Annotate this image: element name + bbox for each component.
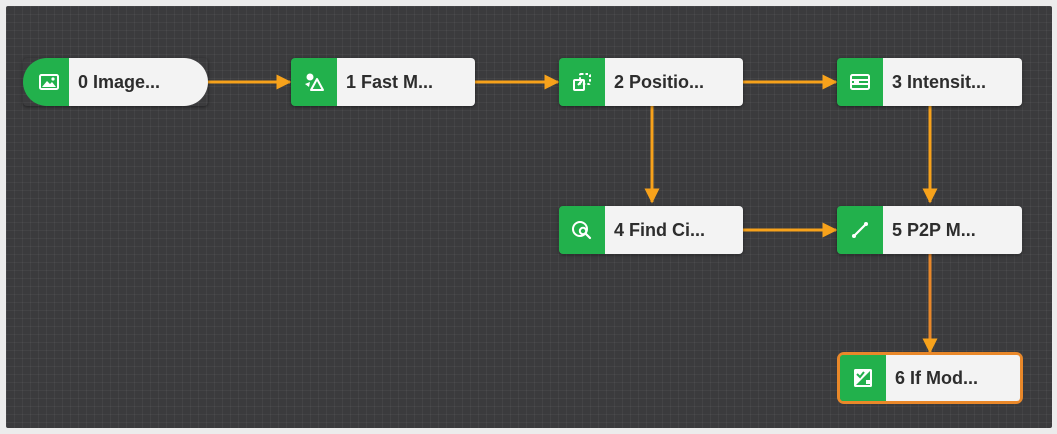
if-module-icon — [854, 369, 872, 387]
node-label: 3 Intensit... — [883, 58, 1022, 106]
node-fast-match[interactable]: 1 Fast M... — [291, 58, 475, 106]
node-label: 0 Image... — [69, 58, 208, 106]
node-label: 2 Positio... — [605, 58, 743, 106]
node-p2p-measure[interactable]: 5 P2P M... — [837, 206, 1022, 254]
intensity-icon — [850, 74, 870, 90]
position-fix-icon — [573, 73, 591, 91]
node-label: 1 Fast M... — [337, 58, 475, 106]
node-position-fix[interactable]: 2 Positio... — [559, 58, 743, 106]
p2p-measure-icon — [852, 222, 868, 238]
fast-match-icon — [305, 73, 324, 91]
node-image-source[interactable]: 0 Image... — [23, 58, 208, 106]
node-intensity[interactable]: 3 Intensit... — [837, 58, 1022, 106]
node-if-module[interactable]: 6 If Mod... — [840, 355, 1020, 401]
node-find-circle[interactable]: 4 Find Ci... — [559, 206, 743, 254]
node-label: 6 If Mod... — [886, 355, 1020, 401]
find-circle-icon — [572, 221, 592, 240]
image-icon — [39, 74, 59, 90]
node-label: 4 Find Ci... — [605, 206, 743, 254]
node-label: 5 P2P M... — [883, 206, 1022, 254]
